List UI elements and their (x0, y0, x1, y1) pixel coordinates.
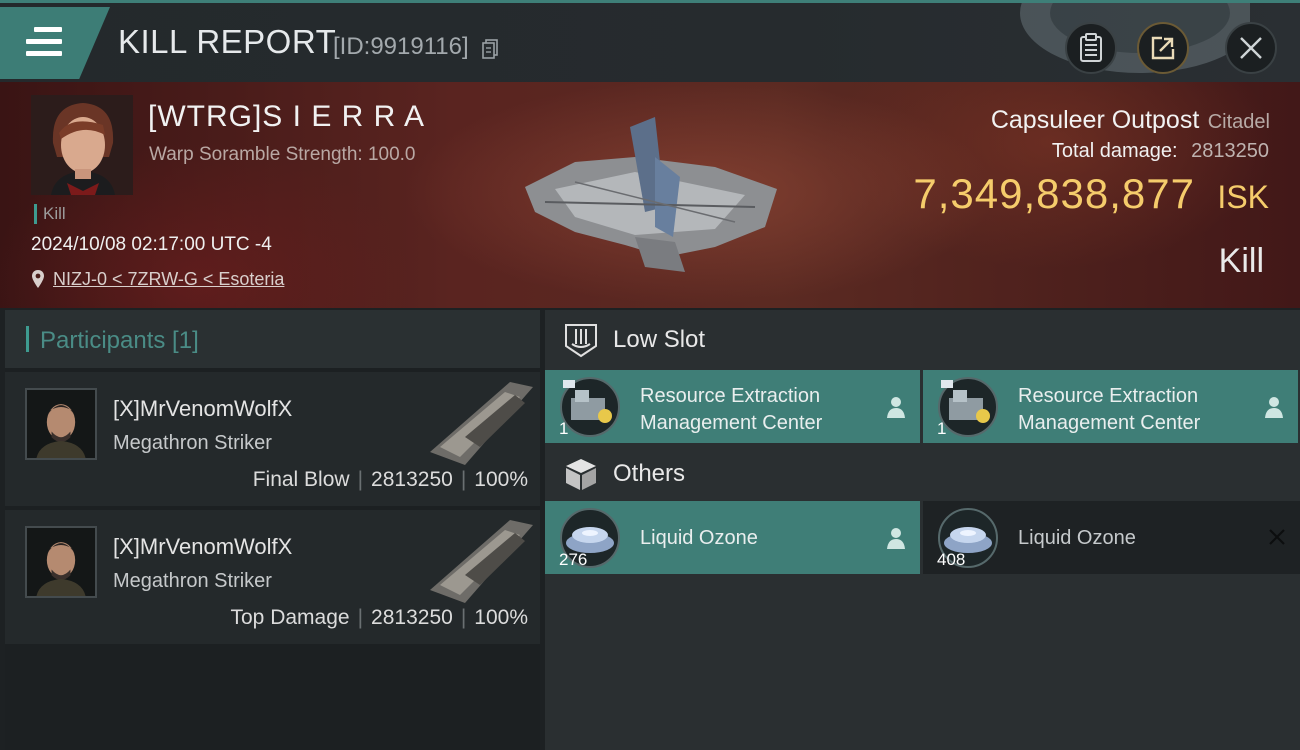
others-label: Others (613, 460, 686, 487)
pilot-portrait (25, 526, 97, 598)
page-title: KILL REPORT (118, 23, 337, 60)
item-row[interactable]: 276 Liquid Ozone (545, 501, 920, 574)
ship-class: Citadel (1207, 111, 1270, 133)
result-label: Kill (1218, 242, 1264, 280)
participant-ship-image (430, 520, 533, 603)
total-damage-label: Total damage: (1051, 140, 1178, 162)
accent-bar (26, 326, 29, 352)
participant-ship: Megathron Striker (113, 570, 272, 592)
low-slot-label: Low Slot (613, 326, 706, 353)
pilot-icon (887, 397, 905, 418)
participant-damage: 2813250 (371, 468, 453, 491)
kill-banner: [WTRG]S I E R R A Warp Soramble Strength… (0, 82, 1300, 308)
hamburger-icon (26, 27, 62, 57)
participant-damage: 2813250 (371, 606, 453, 629)
participant-percent: 100% (474, 468, 528, 491)
item-quantity: 408 (937, 550, 966, 569)
low-slot-header: Low Slot (545, 310, 1300, 370)
menu-button[interactable] (0, 7, 110, 79)
item-quantity: 276 (559, 550, 588, 569)
participant-ship-image (430, 382, 533, 465)
close-button[interactable] (1225, 22, 1277, 74)
isk-value: 7,349,838,877 (913, 170, 1195, 217)
close-icon (1240, 37, 1262, 59)
report-id: [ID:9919116] (333, 33, 469, 60)
participant-stats: Final Blow | 2813250 | 100% (252, 468, 528, 491)
total-damage-row: Total damage: 2813250 (1052, 140, 1269, 163)
item-name: Resource Extraction Management Center (1018, 385, 1201, 434)
item-name: Liquid Ozone (1018, 527, 1136, 549)
participants-header[interactable]: Participants [1] (5, 310, 540, 368)
participant-role: Final Blow (252, 468, 350, 491)
participant-name: [X]MrVenomWolfX (113, 534, 293, 559)
planet-backdrop (1020, 3, 1250, 73)
ship-name: Capsuleer Outpost (990, 106, 1200, 134)
location-text: NIZJ-0 < 7ZRW-G < Esoteria (53, 268, 285, 289)
ship-name-row: Capsuleer Outpost Citadel (991, 106, 1270, 135)
isk-value-row: 7,349,838,877 ISK (913, 170, 1269, 218)
item-row[interactable]: 1 Resource Extraction Management Center (923, 370, 1298, 443)
participants-label: Participants [1] (40, 327, 199, 354)
item-row[interactable]: 1 Resource Extraction Management Center (545, 370, 920, 443)
share-button[interactable] (1137, 22, 1189, 74)
copy-icon[interactable] (482, 39, 498, 59)
items-panel: Low Slot 1 Resource Extraction Managemen… (545, 310, 1300, 750)
participant-name: [X]MrVenomWolfX (113, 396, 293, 421)
victim-name: [WTRG]S I E R R A (148, 100, 426, 133)
participant-stats: Top Damage | 2813250 | 100% (230, 606, 529, 629)
participant-card[interactable]: [X]MrVenomWolfX Megathron Striker Top Da… (5, 510, 540, 644)
victim-avatar[interactable] (31, 95, 133, 195)
pilot-icon (1265, 397, 1283, 418)
structure-image (525, 117, 777, 272)
participants-panel: Participants [1] [X]MrVenomWolfX Megathr… (5, 310, 540, 750)
kill-datetime: 2024/10/08 02:17:00 UTC -4 (31, 234, 272, 255)
item-row[interactable]: 408 Liquid Ozone (923, 501, 1300, 574)
item-name: Liquid Ozone (640, 527, 758, 549)
isk-currency: ISK (1217, 179, 1269, 215)
share-icon (1151, 36, 1175, 60)
others-header: Others (545, 444, 1300, 504)
total-damage-value: 2813250 (1191, 140, 1269, 162)
clipboard-icon (1080, 33, 1102, 62)
low-slot-icon (565, 324, 597, 358)
participant-role: Top Damage (230, 606, 350, 629)
participant-card[interactable]: [X]MrVenomWolfX Megathron Striker Final … (5, 372, 540, 506)
participant-ship: Megathron Striker (113, 432, 272, 454)
participant-percent: 100% (474, 606, 528, 629)
pilot-icon (887, 528, 905, 549)
item-quantity: 1 (559, 419, 569, 438)
kill-tag: Kill (34, 204, 66, 224)
clipboard-button[interactable] (1065, 22, 1117, 74)
header-bar: KILL REPORT [ID:9919116] (0, 0, 1300, 82)
location-link[interactable]: NIZJ-0 < 7ZRW-G < Esoteria (31, 266, 284, 292)
warp-scramble-strength: Warp Soramble Strength: 100.0 (149, 144, 416, 165)
item-name: Resource Extraction Management Center (640, 385, 823, 434)
item-quantity: 1 (937, 419, 947, 438)
x-icon (1269, 529, 1285, 545)
cube-icon (566, 459, 596, 490)
pilot-portrait (25, 388, 97, 460)
location-pin-icon (32, 270, 44, 288)
